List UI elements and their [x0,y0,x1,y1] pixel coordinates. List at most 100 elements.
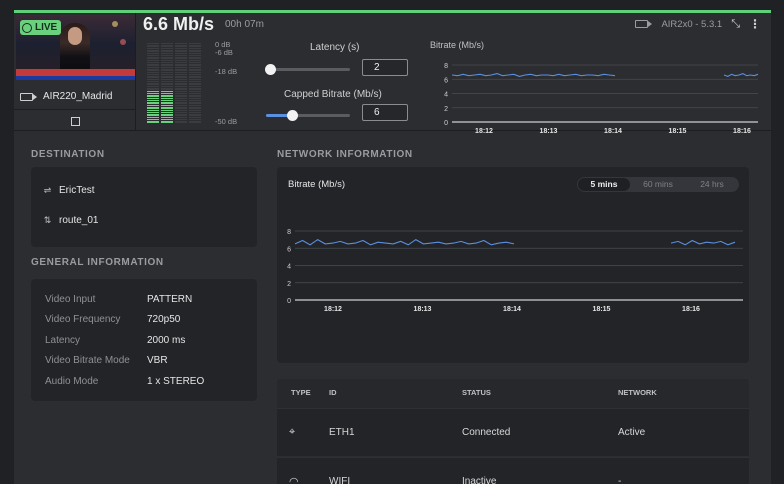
meter-segment [147,59,159,61]
meter-segment [189,78,201,80]
bitrate-series-line [723,72,759,78]
meter-segment [161,76,173,78]
meter-segment [175,50,187,52]
meter-segment [147,50,159,52]
live-badge: LIVE [20,20,62,35]
meter-segment [161,121,173,123]
meter-segment [147,116,159,118]
capped-bitrate-label: Capped Bitrate (Mb/s) [284,89,382,100]
audio-level-meters [147,43,205,123]
bitrate-series-line [670,239,736,246]
latency-label: Latency (s) [310,42,360,53]
meter-segment [175,100,187,102]
y-tick-label: 6 [287,246,291,253]
stop-button[interactable] [71,117,80,126]
meter-segment [161,47,173,50]
thumbnail-bokeh [112,21,118,27]
wifi-icon: ◠ [289,476,299,484]
meter-segment [175,76,187,78]
meter-segment [161,111,173,114]
db-label: -18 dB [215,67,238,76]
meter-segment [161,62,173,64]
column-header-type: TYPE [291,388,311,397]
meter-segment [161,78,173,80]
meter-segment [175,121,187,123]
y-tick-label: 0 [287,298,291,305]
collapse-icon[interactable]: ⤡ [731,18,740,31]
meter-segment [147,71,159,73]
meter-segment [189,69,201,71]
destination-item[interactable]: ⇌ EricTest [42,185,95,196]
table-row[interactable]: ◠ WIFI Inactive - [277,457,749,484]
top-bitrate-chart: 0 2 4 6 8 18:12 18:13 18:14 18:15 18:16 [444,63,759,133]
interface-status: Inactive [462,476,497,484]
x-tick-label: 18:15 [669,128,687,133]
x-tick-label: 18:13 [540,128,558,133]
range-60-mins[interactable]: 60 mins [632,178,684,191]
meter-segment [161,69,173,71]
meter-segment [147,47,159,50]
meter-segment [189,52,201,54]
meter-segment [175,109,187,111]
meter-segment [161,45,173,47]
destination-card: ⇌ EricTest ⇅ route_01 [31,167,257,247]
y-tick-label: 0 [444,120,448,127]
range-5-mins[interactable]: 5 mins [578,178,630,191]
x-tick-label: 18:12 [475,128,493,133]
top-chart-title: Bitrate (Mb/s) [430,40,485,50]
meter-segment [161,116,173,118]
capped-bitrate-input[interactable]: 6 [362,104,408,121]
meter-segment [189,66,201,69]
meter-segment [189,64,201,66]
route-item[interactable]: ⇅ route_01 [42,215,99,226]
divider [135,13,136,131]
range-24-hrs[interactable]: 24 hrs [686,178,738,191]
thumbnail-face [68,27,82,45]
interface-network: - [618,476,622,484]
meter-segment [175,104,187,107]
meter-segment [189,47,201,50]
meter-segment [189,121,201,123]
meter-segment [175,114,187,116]
camera-icon [20,92,37,101]
meter-segment [147,92,159,95]
meter-segment [175,66,187,69]
meter-segment [161,92,173,95]
meter-segment [189,62,201,64]
meter-segment [147,114,159,116]
audio-meter-4 [189,43,201,123]
meter-segment [175,92,187,95]
meter-segment [147,76,159,78]
unit-name: AIR220_Madrid [43,91,113,102]
meter-segment [161,57,173,59]
meter-segment [161,83,173,85]
x-tick-label: 18:13 [414,306,432,313]
meter-segment [161,104,173,107]
bitrate-series-line [294,238,515,246]
video-preview-thumbnail[interactable]: LIVE [16,15,135,80]
meter-segment [147,85,159,88]
latency-input[interactable]: 2 [362,59,408,76]
capped-bitrate-slider-thumb[interactable] [287,110,299,121]
general-info-label: Video Bitrate Mode [45,355,130,366]
x-tick-label: 18:12 [324,306,342,313]
table-row[interactable]: ⌖ ETH1 Connected Active [277,408,749,456]
latency-slider-track[interactable] [266,68,350,71]
general-info-card: Video Input PATTERN Video Frequency 720p… [31,279,257,401]
live-label: LIVE [35,22,58,33]
meter-segment [175,47,187,50]
meter-segment [161,54,173,57]
meter-segment [189,97,201,99]
device-model: AIR2x0 - 5.3.1 [661,18,723,30]
meter-segment [189,73,201,76]
meter-segment [175,95,187,97]
meter-segment [189,43,201,45]
general-info-label: Audio Mode [45,376,99,387]
meter-segment [189,114,201,116]
latency-slider-thumb[interactable] [265,64,276,75]
meter-segment [147,104,159,107]
more-menu-icon[interactable]: ⋮ [749,17,761,31]
meter-segment [161,97,173,99]
meter-segment [147,78,159,80]
meter-segment [175,81,187,83]
